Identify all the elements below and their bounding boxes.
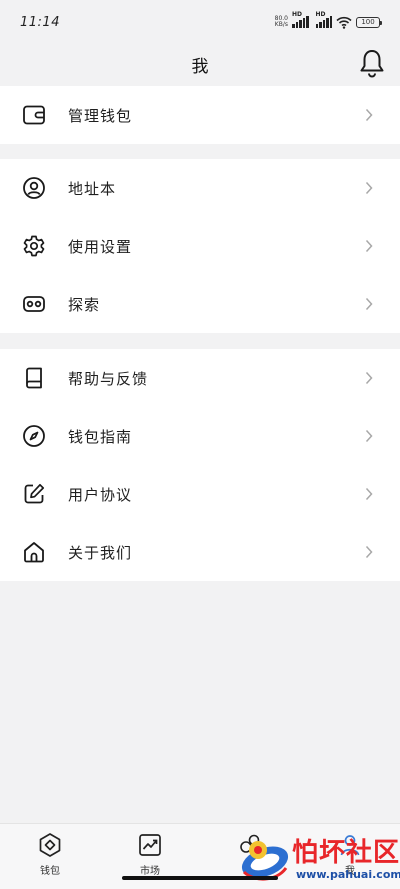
status-indicators: 80.0 KB/s HD HD 100 bbox=[268, 11, 382, 29]
watermark-title: 怕坏社区 bbox=[292, 838, 400, 868]
tab-wallet[interactable]: 钱包 bbox=[0, 824, 100, 889]
menu-item-about-us[interactable]: 关于我们 bbox=[0, 523, 400, 581]
signal-icon-2: HD bbox=[315, 11, 332, 28]
compass-icon bbox=[23, 425, 45, 447]
page-title: 我 bbox=[191, 56, 209, 77]
wallet-diamond-icon bbox=[39, 833, 61, 857]
home-indicator bbox=[122, 876, 278, 880]
menu-item-label: 钱包指南 bbox=[68, 427, 133, 446]
network-speed-unit: KB/s bbox=[274, 21, 288, 28]
menu-item-explore[interactable]: 探索 bbox=[0, 275, 400, 333]
battery-level: 100 bbox=[361, 17, 375, 26]
edit-icon bbox=[24, 483, 45, 504]
menu-item-address-book[interactable]: 地址本 bbox=[0, 159, 400, 217]
menu-item-wallet-guide[interactable]: 钱包指南 bbox=[0, 407, 400, 465]
book-icon bbox=[26, 367, 42, 389]
menu-item-label: 用户协议 bbox=[68, 485, 133, 504]
network-speed: 80.0 KB/s bbox=[268, 16, 288, 28]
gear-icon bbox=[23, 235, 45, 257]
hd-badge: HD bbox=[292, 11, 303, 18]
menu-item-label: 管理钱包 bbox=[68, 106, 133, 125]
contact-icon bbox=[23, 177, 45, 199]
status-time: 11:14 bbox=[20, 14, 60, 30]
chevron-right-icon bbox=[365, 108, 373, 122]
chevron-right-icon bbox=[365, 371, 373, 385]
hd-badge-2: HD bbox=[315, 11, 326, 18]
menu-item-label: 探索 bbox=[68, 295, 101, 314]
menu-item-user-agreement[interactable]: 用户协议 bbox=[0, 465, 400, 523]
header: 我 bbox=[0, 44, 400, 84]
chevron-right-icon bbox=[365, 181, 373, 195]
chevron-right-icon bbox=[365, 429, 373, 443]
menu-section-settings: 地址本 使用设置 探索 bbox=[0, 159, 400, 333]
signal-icon: HD bbox=[292, 11, 309, 28]
menu-item-settings[interactable]: 使用设置 bbox=[0, 217, 400, 275]
menu-item-help-feedback[interactable]: 帮助与反馈 bbox=[0, 349, 400, 407]
chevron-right-icon bbox=[365, 545, 373, 559]
menu-section-wallet: 管理钱包 bbox=[0, 86, 400, 144]
menu-item-label: 地址本 bbox=[68, 179, 117, 198]
tab-label: 钱包 bbox=[40, 866, 60, 877]
home-icon bbox=[24, 542, 44, 563]
chart-trend-icon bbox=[139, 834, 161, 856]
vr-goggles-icon bbox=[23, 296, 45, 312]
menu-item-label: 使用设置 bbox=[68, 237, 133, 256]
watermark-url: www.pahuai.com bbox=[296, 868, 400, 881]
chevron-right-icon bbox=[365, 239, 373, 253]
status-bar: 11:14 80.0 KB/s HD HD 100 bbox=[0, 0, 400, 44]
chevron-right-icon bbox=[365, 487, 373, 501]
menu-item-manage-wallet[interactable]: 管理钱包 bbox=[0, 86, 400, 144]
wallet-icon bbox=[23, 105, 45, 125]
wifi-icon bbox=[336, 16, 352, 29]
bell-icon[interactable] bbox=[358, 48, 386, 78]
menu-item-label: 关于我们 bbox=[68, 543, 133, 562]
menu-item-label: 帮助与反馈 bbox=[68, 369, 149, 388]
tab-label: 市场 bbox=[140, 866, 160, 877]
menu-section-about: 帮助与反馈 钱包指南 用户协议 关于我们 bbox=[0, 349, 400, 581]
chevron-right-icon bbox=[365, 297, 373, 311]
battery-icon: 100 bbox=[356, 16, 382, 28]
